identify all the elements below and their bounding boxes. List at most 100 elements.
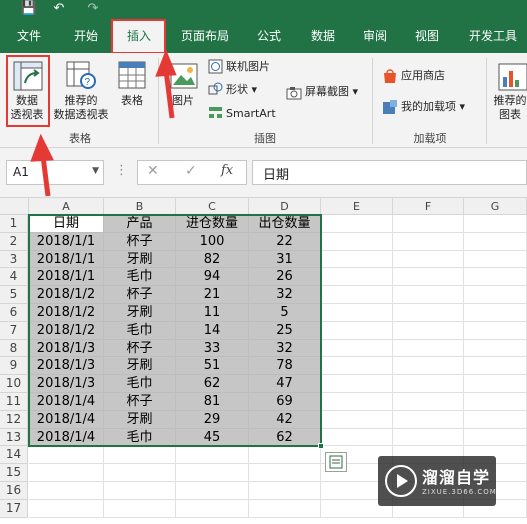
table-cell[interactable]: 45 (176, 428, 249, 447)
empty-cell[interactable] (249, 482, 321, 500)
row-header[interactable]: 5 (0, 286, 28, 304)
tab-file[interactable]: 文件 (5, 20, 53, 53)
row-header[interactable]: 7 (0, 321, 28, 340)
empty-cell[interactable] (464, 375, 527, 393)
row-header[interactable]: 13 (0, 428, 28, 447)
table-cell[interactable]: 毛巾 (104, 321, 176, 340)
empty-cell[interactable] (464, 304, 527, 322)
table-cell[interactable]: 牙刷 (104, 250, 176, 269)
table-cell[interactable]: 牙刷 (104, 410, 176, 429)
table-cell[interactable]: 11 (176, 304, 249, 322)
empty-cell[interactable] (176, 446, 249, 465)
empty-cell[interactable] (104, 499, 176, 518)
table-cell[interactable]: 杯子 (104, 339, 176, 358)
name-box[interactable]: A1 ▼ (6, 160, 104, 185)
row-header[interactable]: 1 (0, 215, 28, 233)
empty-cell[interactable] (393, 321, 464, 340)
smartart-button[interactable]: SmartArt (226, 106, 276, 122)
empty-cell[interactable] (249, 464, 321, 482)
empty-cell[interactable] (321, 232, 393, 251)
select-all-corner[interactable] (0, 198, 29, 215)
empty-cell[interactable] (393, 268, 464, 287)
empty-cell[interactable] (464, 215, 527, 233)
empty-cell[interactable] (321, 357, 393, 376)
tab-view[interactable]: 视图 (404, 20, 450, 53)
empty-cell[interactable] (321, 250, 393, 269)
empty-cell[interactable] (464, 286, 527, 304)
empty-cell[interactable] (393, 232, 464, 251)
table-cell[interactable]: 2018/1/4 (29, 428, 104, 447)
table-cell[interactable]: 日期 (29, 215, 104, 233)
chevron-down-icon[interactable]: ▼ (92, 166, 99, 176)
table-cell[interactable]: 2018/1/1 (29, 250, 104, 269)
column-header-g[interactable]: G (464, 198, 527, 215)
tab-review[interactable]: 审阅 (352, 20, 398, 53)
empty-cell[interactable] (393, 410, 464, 429)
row-header[interactable]: 15 (0, 464, 28, 482)
row-header[interactable]: 14 (0, 446, 28, 465)
empty-cell[interactable] (393, 393, 464, 411)
tab-formulas[interactable]: 公式 (246, 20, 292, 53)
table-cell[interactable]: 81 (176, 393, 249, 411)
empty-cell[interactable] (464, 393, 527, 411)
table-cell[interactable]: 牙刷 (104, 357, 176, 376)
row-header[interactable]: 10 (0, 375, 28, 393)
table-cell[interactable]: 2018/1/3 (29, 357, 104, 376)
empty-cell[interactable] (393, 215, 464, 233)
table-cell[interactable]: 42 (249, 410, 321, 429)
empty-cell[interactable] (393, 339, 464, 358)
row-header[interactable]: 17 (0, 499, 28, 518)
table-cell[interactable]: 进仓数量 (176, 215, 249, 233)
table-cell[interactable]: 毛巾 (104, 375, 176, 393)
empty-cell[interactable] (104, 464, 176, 482)
empty-cell[interactable] (464, 250, 527, 269)
tab-home[interactable]: 开始 (60, 20, 112, 53)
table-cell[interactable]: 2018/1/2 (29, 286, 104, 304)
picture-button[interactable]: 图片 (166, 94, 200, 108)
empty-cell[interactable] (249, 499, 321, 518)
row-header[interactable]: 12 (0, 410, 28, 429)
pivot-table-button[interactable]: 数据 透视表 (4, 94, 50, 122)
online-picture-button[interactable]: 联机图片 (226, 59, 270, 75)
table-cell[interactable]: 62 (176, 375, 249, 393)
empty-cell[interactable] (321, 304, 393, 322)
empty-cell[interactable] (321, 215, 393, 233)
empty-cell[interactable] (464, 410, 527, 429)
table-cell[interactable]: 82 (176, 250, 249, 269)
row-header[interactable]: 6 (0, 304, 28, 322)
table-cell[interactable]: 杯子 (104, 232, 176, 251)
column-header-a[interactable]: A (29, 198, 104, 215)
cancel-icon[interactable]: ✕ (147, 163, 159, 179)
fill-handle[interactable] (318, 443, 324, 450)
empty-cell[interactable] (29, 482, 104, 500)
table-cell[interactable]: 32 (249, 286, 321, 304)
table-cell[interactable]: 2018/1/4 (29, 393, 104, 411)
empty-cell[interactable] (321, 268, 393, 287)
table-cell[interactable]: 毛巾 (104, 268, 176, 287)
table-cell[interactable]: 杯子 (104, 393, 176, 411)
empty-cell[interactable] (321, 321, 393, 340)
table-cell[interactable]: 5 (249, 304, 321, 322)
table-cell[interactable]: 2018/1/2 (29, 321, 104, 340)
redo-icon[interactable]: ↷ (84, 0, 102, 18)
empty-cell[interactable] (393, 375, 464, 393)
formula-input[interactable]: 日期 (252, 160, 527, 185)
row-header[interactable]: 4 (0, 268, 28, 287)
fx-icon[interactable]: fx (221, 163, 233, 178)
row-header[interactable]: 11 (0, 393, 28, 411)
table-cell[interactable]: 62 (249, 428, 321, 447)
my-addins-button[interactable]: 我的加载项 ▾ (401, 99, 465, 115)
recommended-pivot-button[interactable]: 推荐的 数据透视表 (52, 94, 110, 122)
table-cell[interactable]: 牙刷 (104, 304, 176, 322)
tab-developer[interactable]: 开发工具 (462, 20, 524, 53)
table-cell[interactable]: 31 (249, 250, 321, 269)
empty-cell[interactable] (321, 339, 393, 358)
table-cell[interactable]: 94 (176, 268, 249, 287)
table-cell[interactable]: 47 (249, 375, 321, 393)
empty-cell[interactable] (29, 464, 104, 482)
empty-cell[interactable] (321, 393, 393, 411)
empty-cell[interactable] (464, 357, 527, 376)
empty-cell[interactable] (176, 499, 249, 518)
row-header[interactable]: 8 (0, 339, 28, 358)
table-cell[interactable]: 杯子 (104, 286, 176, 304)
